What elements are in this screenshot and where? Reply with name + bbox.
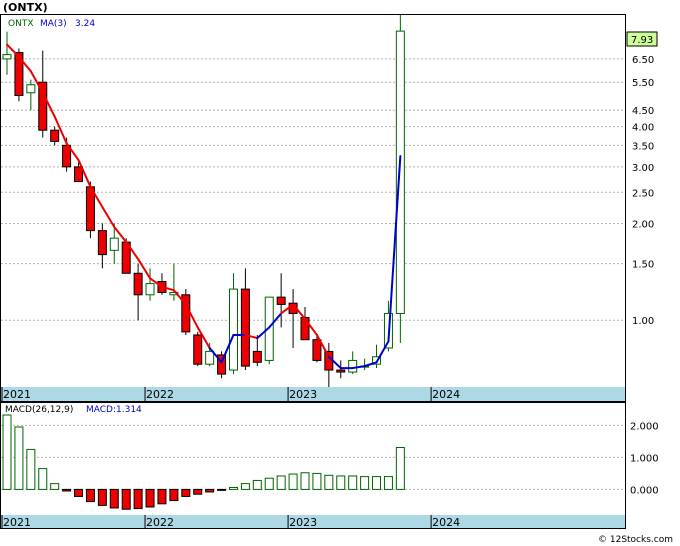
macd-label: MACD(26,12,9) — [5, 405, 73, 415]
x-tick-label: 2024 — [432, 516, 460, 529]
macd-bar-positive — [395, 446, 405, 490]
price-y-tick-label: 3.00 — [632, 163, 654, 174]
candle-up — [2, 54, 12, 60]
candle-down — [193, 334, 203, 365]
macd-bar-negative — [109, 488, 119, 509]
x-tick-label: 2024 — [432, 388, 460, 401]
candle-up — [145, 283, 155, 296]
x-tick-label: 2022 — [146, 388, 174, 401]
macd-bar-negative — [62, 488, 72, 492]
candle-down — [97, 230, 107, 256]
candle-down — [300, 316, 310, 341]
price-y-axis: 6.50 5.50 4.50 4.00 3.50 3.00 2.50 2.00 1.50 1.00 — [632, 55, 654, 327]
macd-bar-positive — [288, 473, 298, 490]
price-y-tick-label: 2.50 — [632, 188, 654, 199]
macd-bar-positive — [324, 474, 334, 490]
x-tick-label: 2023 — [289, 516, 317, 529]
candle-up — [205, 350, 215, 365]
macd-panel-frame — [0, 402, 626, 529]
price-y-tick-label: 5.50 — [632, 78, 654, 89]
price-y-tick-label: 4.50 — [632, 106, 654, 117]
ma-value: 3.24 — [75, 19, 95, 29]
macd-bar-negative — [169, 488, 179, 502]
price-y-tick-label: 3.50 — [632, 141, 654, 152]
macd-bar-positive — [252, 479, 262, 490]
macd-bar-positive — [240, 483, 250, 490]
x-tick-label: 2021 — [3, 516, 31, 529]
candle-down — [312, 339, 322, 361]
price-y-tick-label: 1.00 — [632, 316, 654, 327]
ticker-label: ONTX — [8, 19, 33, 29]
macd-bar-negative — [217, 488, 227, 491]
macd-bar-positive — [26, 448, 36, 490]
chart-root: 2021 2022 2023 2024 6.50 5.50 4.50 4.00 3.50 3.0… — [0, 0, 680, 546]
macd-bar-positive — [312, 472, 322, 490]
x-tick-label: 2023 — [289, 388, 317, 401]
candle-up — [109, 237, 119, 251]
macd-y-tick-label: 2.000 — [630, 421, 659, 432]
x-tick-label: 2021 — [3, 388, 31, 401]
macd-y-tick-label: 0.000 — [630, 485, 659, 496]
price-y-tick-label: 2.00 — [632, 219, 654, 230]
price-y-tick-label: 1.50 — [632, 260, 654, 271]
macd-bar-positive — [360, 476, 370, 490]
macd-bar-negative — [74, 488, 84, 497]
watermark: © 12Stocks.com — [598, 535, 673, 545]
candle-down — [74, 166, 84, 183]
macd-bar-negative — [121, 488, 131, 510]
macd-bar-negative — [133, 488, 143, 510]
candle-down — [240, 288, 250, 367]
macd-bar-positive — [336, 475, 346, 490]
stock-chart: 2021 2022 2023 2024 6.50 5.50 4.50 4.00 3.50 3.0… — [0, 1, 673, 545]
price-y-tick-label: 4.00 — [632, 123, 654, 134]
chart-title: (ONTX) — [3, 1, 48, 14]
candle-down — [50, 129, 60, 142]
macd-bar-negative — [193, 488, 203, 495]
macd-y-axis: 2.000 1.000 0.000 — [630, 421, 659, 496]
macd-value-label: MACD:1.314 — [86, 405, 142, 415]
macd-bar-negative — [145, 488, 155, 508]
price-y-tick-label: 6.50 — [632, 55, 654, 66]
candle-up — [395, 30, 405, 314]
macd-bar-positive — [300, 472, 310, 490]
macd-bar-positive — [348, 475, 358, 490]
candle-up — [228, 288, 238, 371]
macd-bar-positive — [372, 476, 382, 490]
x-tick-label: 2022 — [146, 516, 174, 529]
macd-bar-negative — [205, 488, 215, 493]
macd-bar-positive — [383, 476, 393, 490]
macd-bar-positive — [14, 426, 24, 490]
macd-bar-positive — [228, 486, 238, 490]
candle-down — [252, 350, 262, 363]
macd-bar-negative — [97, 488, 107, 506]
ma-label: MA(3) — [40, 19, 67, 29]
macd-bar-positive — [50, 483, 60, 490]
macd-bar-negative — [181, 488, 191, 497]
candle-down — [133, 272, 143, 296]
candle-down — [336, 369, 346, 373]
macd-bar-positive — [2, 414, 12, 490]
macd-bar-positive — [264, 477, 274, 490]
candle-up — [26, 84, 36, 94]
macd-bar-negative — [157, 488, 167, 505]
last-price-label: 7.93 — [631, 35, 653, 46]
macd-y-tick-label: 1.000 — [630, 453, 659, 464]
candle-up — [348, 359, 358, 373]
macd-bar-positive — [38, 468, 48, 490]
candle-down — [276, 296, 286, 305]
macd-bar-negative — [85, 488, 95, 503]
macd-bar-positive — [276, 475, 286, 490]
